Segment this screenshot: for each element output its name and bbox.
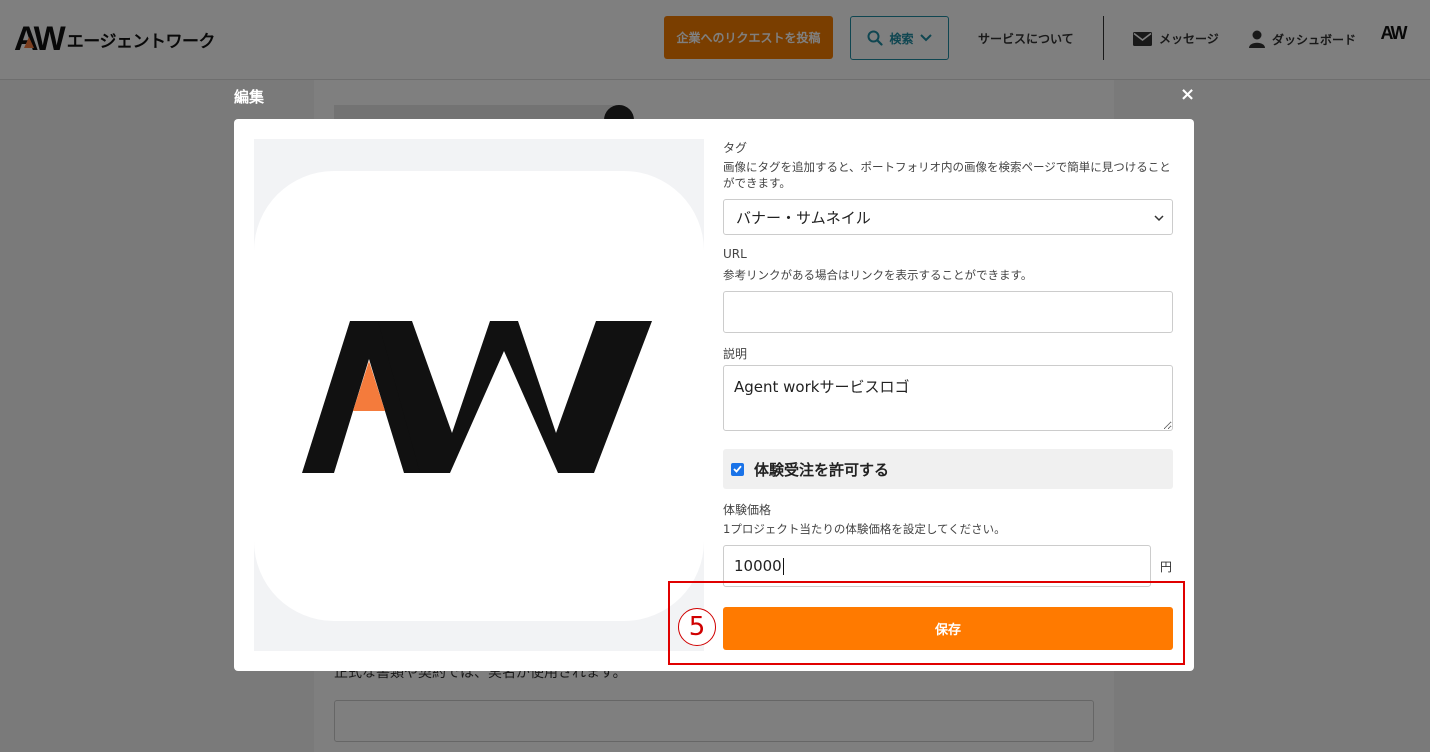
checkmark-icon xyxy=(733,465,742,473)
trial-price-value: 10000 xyxy=(734,557,782,575)
url-input[interactable] xyxy=(723,291,1173,333)
trial-order-label: 体験受注を許可する xyxy=(754,460,890,479)
image-preview xyxy=(254,139,704,651)
text-caret xyxy=(782,557,784,575)
tag-select-value: バナー・サムネイル xyxy=(736,208,871,227)
url-help: 参考リンクがある場合はリンクを表示することができます。 xyxy=(723,268,1033,282)
tag-select[interactable]: バナー・サムネイル xyxy=(723,199,1173,235)
tag-help: 画像にタグを追加すると、ポートフォリオ内の画像を検索ページで簡単に見つけることが… xyxy=(723,160,1171,190)
price-unit: 円 xyxy=(1160,560,1173,574)
trial-price-label: 体験価格 xyxy=(723,503,772,517)
highlight-box xyxy=(668,581,1185,665)
app-icon-tile xyxy=(254,171,704,621)
step-number-badge: 5 xyxy=(678,608,716,646)
chevron-down-icon xyxy=(1154,215,1164,222)
tag-label: タグ xyxy=(723,141,748,155)
trial-order-toggle[interactable]: 体験受注を許可する xyxy=(723,449,1173,489)
aw-logo-image xyxy=(302,321,652,473)
description-label: 説明 xyxy=(723,347,748,361)
trial-order-checkbox[interactable] xyxy=(731,462,744,476)
url-label: URL xyxy=(723,247,747,261)
trial-price-help: 1プロジェクト当たりの体験価格を設定してください。 xyxy=(723,522,1006,536)
close-icon[interactable]: × xyxy=(1180,86,1195,104)
modal-title: 編集 xyxy=(234,88,265,106)
description-textarea[interactable]: Agent workサービスロゴ xyxy=(723,365,1173,431)
